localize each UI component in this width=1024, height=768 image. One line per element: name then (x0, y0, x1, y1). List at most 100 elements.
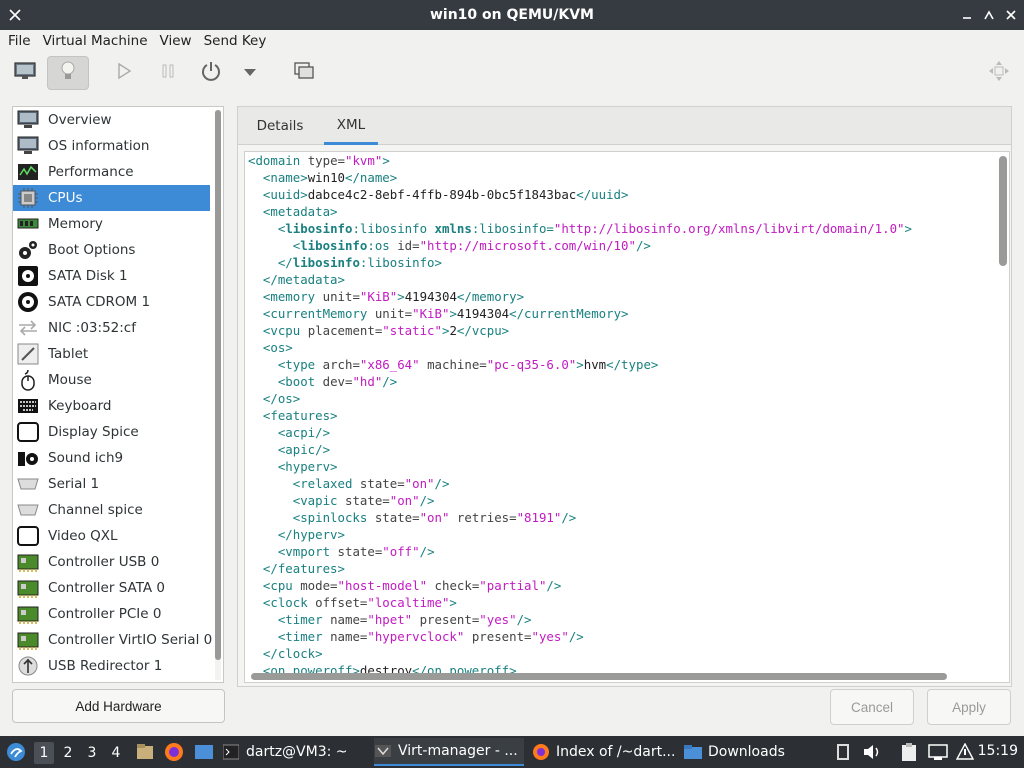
sidebar-item-sound-ich9[interactable]: Sound ich9 (13, 445, 210, 471)
minimize-icon[interactable] (960, 8, 974, 22)
disk-icon (17, 265, 39, 287)
firefox-launcher-icon[interactable] (164, 742, 184, 766)
network-arrows-icon (17, 317, 39, 339)
sidebar-item-memory[interactable]: Memory (13, 211, 210, 237)
sidebar-item-serial-1[interactable]: Serial 1 (13, 471, 210, 497)
xml-code[interactable]: <domain type="kvm"> <name>win10</name> <… (248, 152, 912, 679)
xml-token: retries= (449, 510, 517, 525)
menu-virtual-machine[interactable]: Virtual Machine (37, 33, 154, 49)
maximize-icon[interactable] (982, 8, 996, 22)
menu-view[interactable]: View (154, 33, 198, 49)
sidebar-item-controller-pcie-0[interactable]: Controller PCIe 0 (13, 601, 210, 627)
xml-token: name= (330, 629, 368, 644)
sidebar-item-nic-03-52-cf[interactable]: NIC :03:52:cf (13, 315, 210, 341)
sidebar-item-label: OS information (48, 138, 150, 154)
start-menu-icon[interactable] (6, 742, 26, 766)
task-virt-manager[interactable]: Virt-manager - ... (374, 738, 524, 766)
close-icon[interactable] (1004, 8, 1018, 22)
clipboard-icon[interactable] (900, 742, 918, 766)
network-icon[interactable] (928, 743, 948, 765)
xml-line: <spinlocks state="on" retries="8191"/> (248, 509, 912, 526)
xml-token: <features> (248, 408, 338, 423)
workspace-1[interactable]: 1 (34, 742, 54, 764)
xml-vertical-scrollbar[interactable] (999, 156, 1007, 668)
snapshots-button[interactable] (289, 56, 319, 90)
sidebar-item-label: Controller USB 0 (48, 554, 160, 570)
xml-horizontal-scrollbar[interactable] (251, 673, 999, 680)
add-hardware-button[interactable]: Add Hardware (12, 689, 225, 723)
volume-icon[interactable] (862, 743, 882, 765)
window-titlebar[interactable]: win10 on QEMU/KVM (0, 0, 1024, 30)
sidebar-item-video-qxl[interactable]: Video QXL (13, 523, 210, 549)
sidebar-item-os-information[interactable]: OS information (13, 133, 210, 159)
sidebar-item-keyboard[interactable]: Keyboard (13, 393, 210, 419)
console-button[interactable] (8, 56, 42, 90)
xml-line: </libosinfo:libosinfo> (248, 254, 912, 271)
sidebar-item-channel-spice[interactable]: Channel spice (13, 497, 210, 523)
sidebar-item-controller-usb-0[interactable]: Controller USB 0 (13, 549, 210, 575)
task-firefox[interactable]: Index of /~dart... (532, 738, 678, 766)
window-launcher-icon[interactable] (194, 743, 214, 765)
workspace-2[interactable]: 2 (58, 742, 78, 764)
xml-token: </vcpu> (456, 323, 510, 338)
xml-token: <timer (248, 612, 331, 627)
sidebar-item-mouse[interactable]: Mouse (13, 367, 210, 393)
xml-token: </name> (345, 170, 398, 185)
sidebar-item-sata-disk-1[interactable]: SATA Disk 1 (13, 263, 210, 289)
shutdown-button[interactable] (196, 56, 226, 90)
vm-window: File Virtual Machine View Send Key Overv… (0, 30, 1024, 736)
workspace-4[interactable]: 4 (106, 742, 126, 764)
task-downloads[interactable]: Downloads (684, 738, 824, 766)
sidebar-item-controller-sata-0[interactable]: Controller SATA 0 (13, 575, 210, 601)
xml-line: <vapic state="on"/> (248, 492, 912, 509)
xml-line: <vmport state="off"/> (248, 543, 912, 560)
sidebar-item-label: Mouse (48, 372, 92, 388)
sidebar-item-usb-redirector-1[interactable]: USB Redirector 1 (13, 653, 210, 679)
cdrom-icon (17, 291, 39, 313)
fullscreen-button[interactable] (984, 56, 1014, 90)
xml-line: <memory unit="KiB">4194304</memory> (248, 288, 912, 305)
file-manager-launcher-icon[interactable] (136, 743, 154, 765)
sidebar-item-label: Channel spice (48, 502, 143, 518)
details-button[interactable] (47, 56, 89, 90)
xml-editor[interactable]: <domain type="kvm"> <name>win10</name> <… (244, 151, 1010, 683)
xml-token: win10 (307, 170, 345, 185)
sidebar-item-label: CPUs (48, 190, 83, 206)
pause-button[interactable] (154, 56, 182, 90)
run-button[interactable] (110, 56, 138, 90)
xml-token: 4194304 (456, 306, 510, 321)
menu-file[interactable]: File (2, 33, 37, 49)
menu-send-key[interactable]: Send Key (198, 33, 273, 49)
hardware-list-scrollbar[interactable] (215, 110, 221, 680)
xml-token: <name> (248, 170, 308, 185)
sidebar-item-controller-virtio-serial-0[interactable]: Controller VirtIO Serial 0 (13, 627, 213, 653)
xml-token: "hypervclock" (367, 629, 465, 644)
workspace-3[interactable]: 3 (82, 742, 102, 764)
tab-xml[interactable]: XML (324, 107, 378, 145)
sidebar-item-sata-cdrom-1[interactable]: SATA CDROM 1 (13, 289, 210, 315)
sidebar-item-tablet[interactable]: Tablet (13, 341, 210, 367)
xml-token: <type (248, 357, 323, 372)
task-terminal[interactable]: dartz@VM3: ~ (222, 738, 368, 766)
sidebar-item-boot-options[interactable]: Boot Options (13, 237, 210, 263)
xml-token: id= (397, 238, 420, 253)
tab-details[interactable]: Details (250, 107, 310, 145)
lightbulb-icon (58, 59, 78, 87)
bluetooth-icon[interactable] (836, 743, 850, 765)
shutdown-menu-button[interactable] (238, 56, 262, 90)
sidebar-item-label: Controller VirtIO Serial 0 (48, 632, 213, 648)
sidebar-item-cpus[interactable]: CPUs (13, 185, 210, 211)
xml-token: "hpet" (367, 612, 413, 627)
memory-icon (17, 213, 39, 235)
cancel-button[interactable]: Cancel (830, 689, 914, 725)
sidebar-item-performance[interactable]: Performance (13, 159, 210, 185)
apply-button[interactable]: Apply (927, 689, 1011, 725)
sidebar-item-label: Display Spice (48, 424, 139, 440)
sidebar-item-display-spice[interactable]: Display Spice (13, 419, 210, 445)
update-notifier-icon[interactable] (955, 742, 975, 765)
xml-token: <apic/> (248, 442, 331, 457)
clock[interactable]: 15:19 (978, 743, 1018, 759)
window-menu-icon[interactable] (9, 9, 21, 21)
sidebar-item-overview[interactable]: Overview (13, 107, 210, 133)
xml-line: <relaxed state="on"/> (248, 475, 912, 492)
